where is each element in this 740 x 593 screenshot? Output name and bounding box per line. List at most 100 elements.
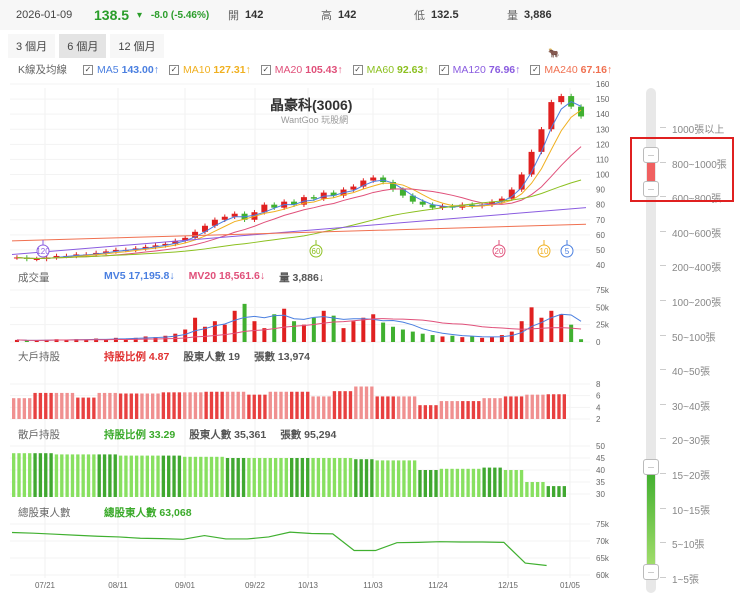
candle bbox=[310, 197, 317, 199]
retail-bar bbox=[306, 458, 310, 497]
slider-tick bbox=[660, 300, 666, 301]
big-holder-bar bbox=[54, 392, 59, 419]
big-holder-bar bbox=[108, 392, 112, 419]
slider-label[interactable]: 400~600張 bbox=[672, 225, 721, 240]
volume-bar bbox=[480, 337, 485, 342]
y-axis-label: 130 bbox=[596, 125, 610, 134]
slider-label[interactable]: 5~10張 bbox=[672, 536, 705, 551]
slider-label[interactable]: 50~100張 bbox=[672, 329, 716, 344]
big-holder-bar bbox=[407, 396, 411, 419]
slider-label[interactable]: 10~15張 bbox=[672, 502, 710, 517]
retail-bar bbox=[113, 454, 117, 497]
retail-count: 股東人數 35,361 bbox=[189, 429, 267, 441]
retail-bar bbox=[204, 456, 208, 497]
slider-label[interactable]: 100~200張 bbox=[672, 294, 721, 309]
retail-bar bbox=[487, 467, 492, 497]
y-axis-label: 120 bbox=[596, 140, 610, 149]
x-axis-label: 07/21 bbox=[35, 581, 56, 590]
big-holder-bar bbox=[263, 394, 267, 419]
big-holder-bar bbox=[402, 396, 406, 419]
candle bbox=[370, 177, 377, 181]
volume-bar bbox=[410, 331, 415, 342]
big-holder-bar bbox=[60, 392, 64, 419]
big-holder-bar bbox=[17, 398, 21, 419]
retail-bar bbox=[199, 456, 203, 497]
retail-bar bbox=[241, 458, 246, 497]
mv5-value: MV5 17,195.8↓ bbox=[104, 270, 175, 282]
retail-bar bbox=[375, 460, 379, 497]
retail-bar bbox=[65, 454, 69, 497]
volume-bar bbox=[569, 324, 574, 342]
y-axis-label: 70 bbox=[596, 216, 605, 225]
retail-bar bbox=[514, 470, 518, 497]
retail-bar bbox=[348, 458, 353, 497]
big-holder-bar bbox=[28, 398, 32, 419]
slider-label[interactable]: 1000張以上 bbox=[672, 121, 724, 136]
retail-bar bbox=[327, 458, 331, 497]
retail-bar bbox=[225, 458, 230, 497]
x-axis-label: 08/11 bbox=[108, 581, 128, 590]
big-holder-bar bbox=[215, 391, 219, 419]
retail-bar bbox=[535, 482, 540, 497]
slider-label[interactable]: 30~40張 bbox=[672, 398, 710, 413]
retail-bar bbox=[33, 453, 37, 497]
big-holder-bar bbox=[471, 401, 476, 419]
retail-bar bbox=[60, 454, 64, 497]
retail-bar bbox=[471, 468, 476, 497]
total-holders-count: 總股東人數 63,068 bbox=[104, 507, 192, 519]
retail-bar bbox=[423, 470, 427, 497]
chart-subtitle: WantGoo 玩股網 bbox=[281, 115, 349, 125]
big-holder-bar bbox=[33, 392, 37, 419]
big-holder-bar bbox=[118, 393, 123, 419]
retail-title: 散戶持股 bbox=[18, 429, 60, 441]
big-holder-bar bbox=[359, 386, 363, 419]
big-holder-bar bbox=[38, 392, 43, 419]
volume-bar bbox=[509, 331, 514, 342]
retail-bar bbox=[482, 467, 486, 497]
y-axis-label: 110 bbox=[596, 155, 609, 164]
retail-range-upper-handle[interactable] bbox=[643, 459, 659, 475]
slider-label[interactable]: 1~5張 bbox=[672, 571, 699, 586]
big-holder-bar bbox=[241, 391, 246, 419]
retail-bar bbox=[263, 458, 267, 497]
volume-bar bbox=[183, 329, 188, 342]
retail-bar bbox=[429, 470, 433, 497]
total-holders-legend: 總股東人數 總股東人數 63,068 bbox=[18, 505, 206, 520]
retail-bar bbox=[279, 458, 283, 497]
y-axis-label: 60k bbox=[596, 571, 610, 580]
big-holder-bar bbox=[167, 392, 171, 419]
y-axis-label: 50 bbox=[596, 442, 605, 451]
retail-bar bbox=[343, 458, 347, 497]
y-axis-label: 80 bbox=[596, 201, 605, 210]
retail-legend: 散戶持股 持股比例 33.29 股東人數 35,361 張數 95,294 bbox=[18, 427, 350, 442]
big-holder-bar bbox=[482, 398, 486, 419]
retail-bar bbox=[28, 453, 32, 497]
retail-range-lower-handle[interactable] bbox=[643, 564, 659, 580]
big-holder-bar bbox=[530, 394, 534, 419]
big-holder-bar bbox=[445, 401, 449, 419]
big-holder-bar bbox=[151, 393, 155, 419]
candle bbox=[419, 201, 426, 205]
retail-bar bbox=[295, 458, 299, 497]
big-holder-bar bbox=[546, 394, 550, 419]
slider-tick bbox=[660, 473, 666, 474]
y-axis-label: 160 bbox=[596, 80, 610, 89]
big-holder-bar bbox=[493, 398, 497, 419]
slider-label[interactable]: 15~20張 bbox=[672, 467, 710, 482]
retail-bar bbox=[167, 455, 171, 497]
slider-label[interactable]: 40~50張 bbox=[672, 363, 710, 378]
slider-label[interactable]: 20~30張 bbox=[672, 432, 710, 447]
volume-bar bbox=[212, 321, 217, 342]
big-holder-bar bbox=[466, 401, 470, 419]
retail-bar bbox=[407, 460, 411, 497]
big-holder-bar bbox=[231, 391, 235, 419]
big-holder-bar bbox=[65, 392, 69, 419]
big-holder-bar bbox=[188, 392, 192, 419]
big-holder-bar bbox=[396, 396, 401, 419]
big-holder-bar bbox=[541, 394, 545, 419]
big-holder-bar bbox=[193, 392, 198, 419]
big-holder-bar bbox=[247, 394, 251, 419]
x-axis-label: 10/13 bbox=[298, 581, 319, 590]
slider-label[interactable]: 200~400張 bbox=[672, 259, 721, 274]
big-holder-bar bbox=[322, 396, 326, 419]
